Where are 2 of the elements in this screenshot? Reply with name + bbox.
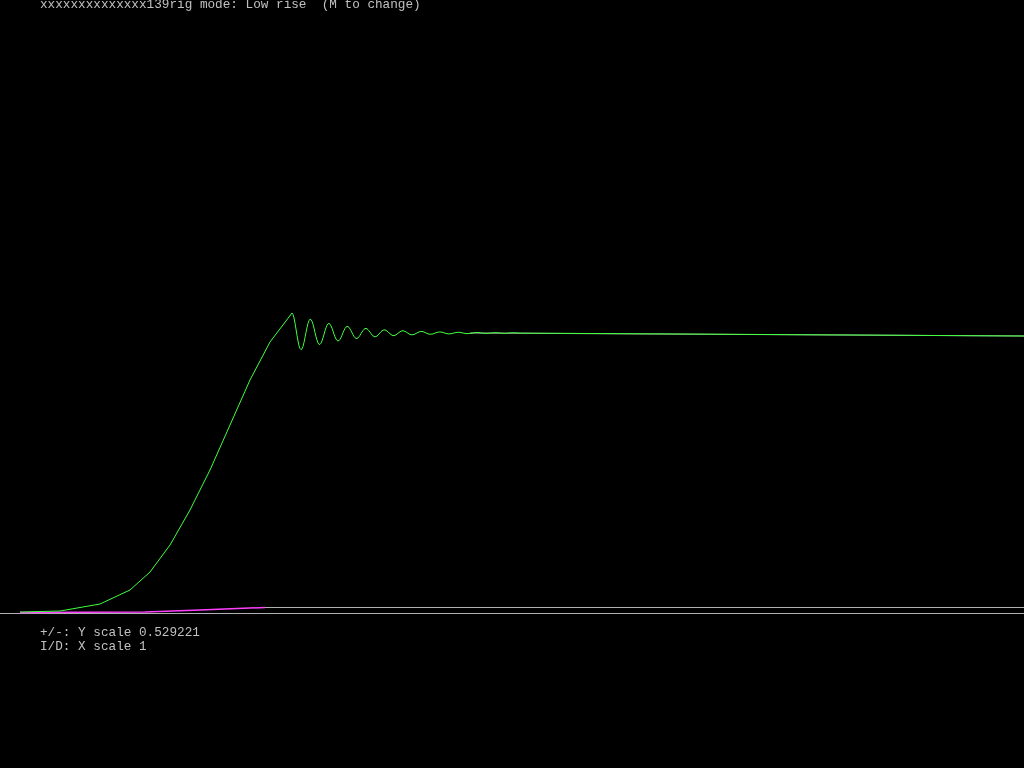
help-text: +/-: Y scale 0.529221 [40, 626, 200, 640]
help-text: I/D: X scale 1 [40, 640, 147, 654]
